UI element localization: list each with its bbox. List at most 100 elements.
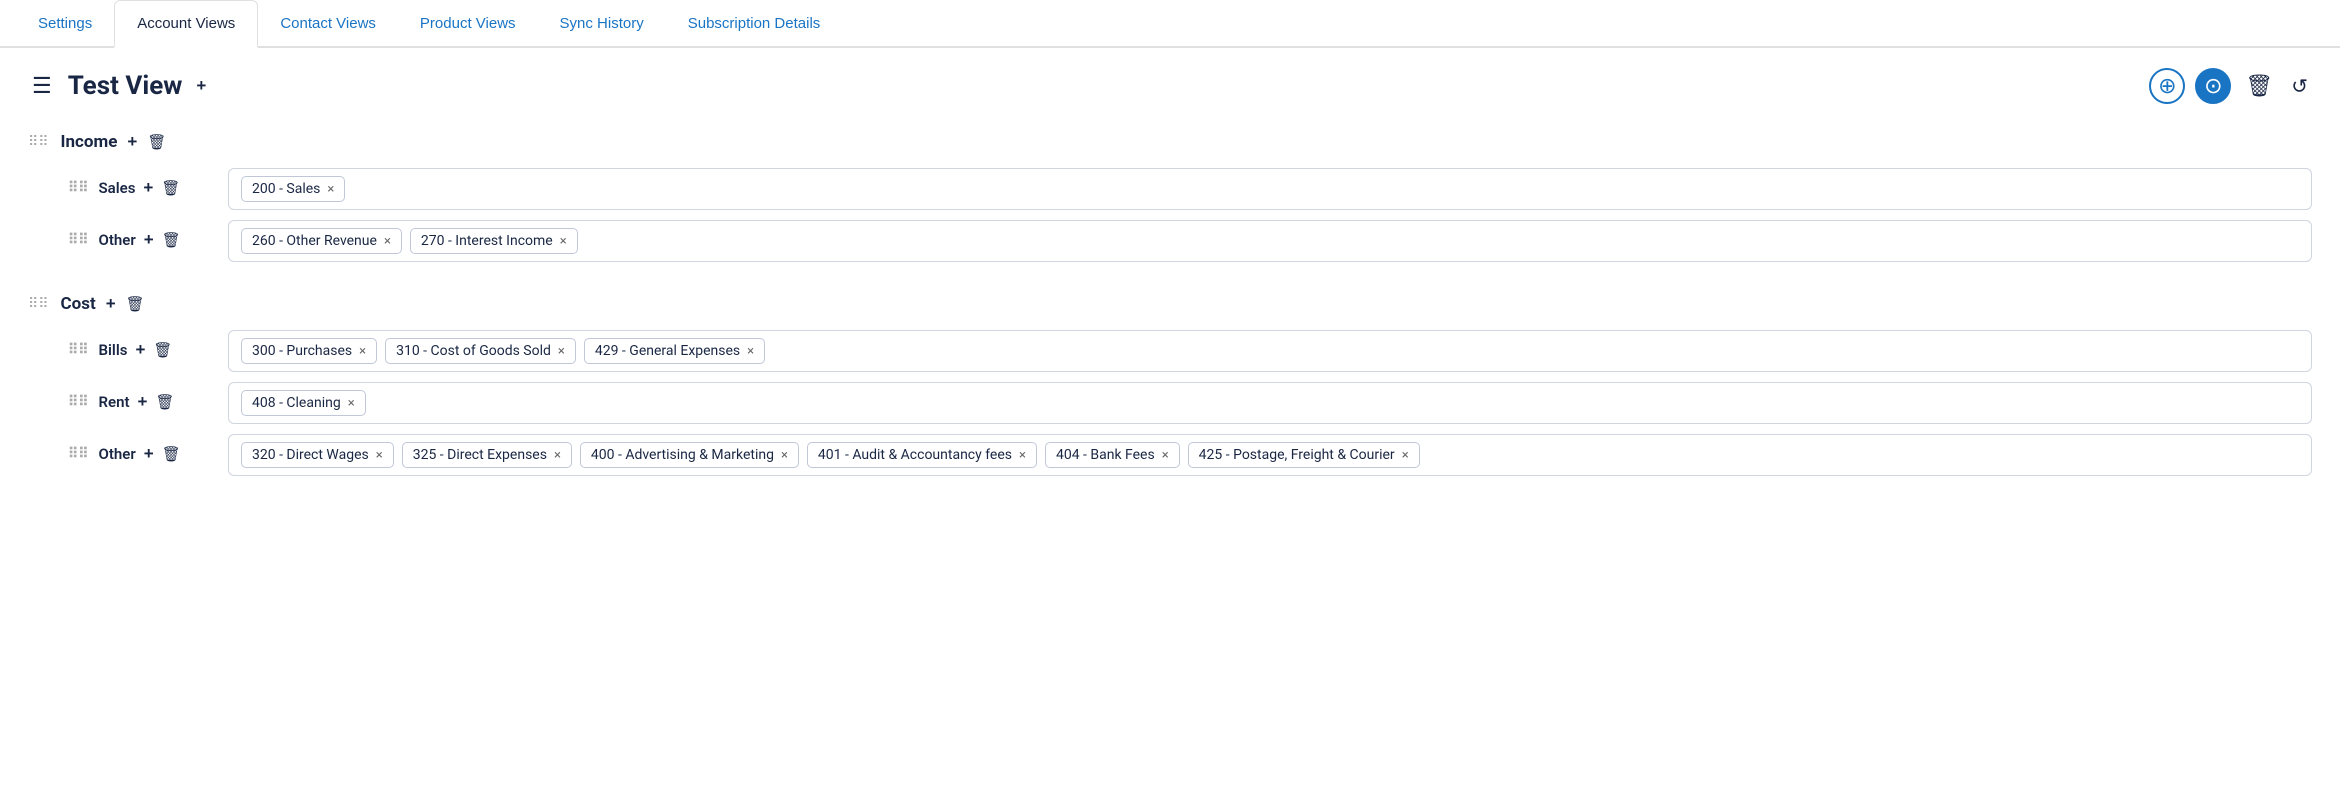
tag-label-260: 260 - Other Revenue <box>252 233 377 249</box>
tag-429: 429 - General Expenses × <box>584 338 765 364</box>
tab-subscription-details[interactable]: Subscription Details <box>666 0 843 46</box>
tag-label-400: 400 - Advertising & Marketing <box>591 447 774 463</box>
tags-container-bills[interactable]: 300 - Purchases×310 - Cost of Goods Sold… <box>228 330 2312 372</box>
tag-320: 320 - Direct Wages × <box>241 442 394 468</box>
tag-404: 404 - Bank Fees × <box>1045 442 1180 468</box>
tag-325: 325 - Direct Expenses × <box>402 442 572 468</box>
delete-subsection-button-other-income[interactable]: 🗑 <box>162 231 181 249</box>
tag-label-270: 270 - Interest Income <box>421 233 553 249</box>
add-view-button[interactable]: + <box>194 76 208 96</box>
subsection-other-income: ⠿⠿Other+🗑260 - Other Revenue×270 - Inter… <box>28 220 2312 262</box>
add-subsection-button-income[interactable]: + <box>125 132 139 152</box>
section-header-cost: ⠿⠿ Cost + 🗑 <box>28 294 2312 314</box>
drag-handle-icon[interactable]: ⠿⠿ <box>68 394 89 410</box>
tag-310: 310 - Cost of Goods Sold × <box>385 338 576 364</box>
tab-sync-history[interactable]: Sync History <box>538 0 666 46</box>
drag-handle-icon[interactable]: ⠿⠿ <box>68 180 89 196</box>
remove-tag-button-320[interactable]: × <box>376 448 383 463</box>
tag-label-200: 200 - Sales <box>252 181 320 197</box>
remove-tag-button-325[interactable]: × <box>554 448 561 463</box>
main-content: ☰ Test View + ⊕ ⊙ 🗑 ↺ ⠿⠿ Income + 🗑 ⠿⠿ Sales +… <box>0 48 2340 528</box>
tag-label-408: 408 - Cleaning <box>252 395 341 411</box>
tab-bar: SettingsAccount ViewsContact ViewsProduc… <box>0 0 2340 48</box>
subsection-rent: ⠿⠿ Rent + 🗑 408 - Cleaning × <box>28 382 2312 424</box>
tag-270: 270 - Interest Income × <box>410 228 578 254</box>
tag-200: 200 - Sales × <box>241 176 345 202</box>
add-tag-button-other-cost[interactable]: + <box>142 444 156 464</box>
remove-tag-button-310[interactable]: × <box>558 344 565 359</box>
list-icon: ☰ <box>28 72 56 101</box>
remove-tag-button-270[interactable]: × <box>560 234 567 249</box>
add-tag-button-other-income[interactable]: + <box>142 230 156 250</box>
subsection-label-other-cost: ⠿⠿ Other + 🗑 <box>28 434 228 474</box>
tag-label-310: 310 - Cost of Goods Sold <box>396 343 551 359</box>
tab-settings[interactable]: Settings <box>16 0 114 46</box>
upload-button[interactable]: ⊕ <box>2149 68 2185 104</box>
tags-container-rent[interactable]: 408 - Cleaning × <box>228 382 2312 424</box>
remove-tag-button-425[interactable]: × <box>1402 448 1409 463</box>
delete-subsection-button-other-cost[interactable]: 🗑 <box>162 445 181 463</box>
delete-view-button[interactable]: 🗑 <box>2241 71 2277 101</box>
tab-product-views[interactable]: Product Views <box>398 0 538 46</box>
drag-handle-icon[interactable]: ⠿⠿ <box>28 134 49 150</box>
tag-425: 425 - Postage, Freight & Courier× <box>1188 442 1420 468</box>
tab-account-views[interactable]: Account Views <box>114 0 258 48</box>
tags-container-other-cost[interactable]: 320 - Direct Wages×325 - Direct Expenses… <box>228 434 2312 476</box>
refresh-button[interactable]: ↺ <box>2287 72 2312 101</box>
remove-tag-button-260[interactable]: × <box>384 234 391 249</box>
subsection-bills: ⠿⠿Bills+🗑300 - Purchases×310 - Cost of G… <box>28 330 2312 372</box>
subsection-label-rent: ⠿⠿ Rent + 🗑 <box>28 382 228 422</box>
page-header-left: ☰ Test View + <box>28 71 208 101</box>
delete-subsection-button-sales[interactable]: 🗑 <box>161 179 180 197</box>
download-button[interactable]: ⊙ <box>2195 68 2231 104</box>
subsection-other-cost: ⠿⠿Other+🗑320 - Direct Wages×325 - Direct… <box>28 434 2312 476</box>
remove-tag-button-200[interactable]: × <box>327 182 334 197</box>
section-header-income: ⠿⠿ Income + 🗑 <box>28 132 2312 152</box>
remove-tag-button-300[interactable]: × <box>359 344 366 359</box>
tag-408: 408 - Cleaning × <box>241 390 366 416</box>
section-title-income: Income <box>61 132 118 152</box>
add-subsection-button-cost[interactable]: + <box>104 294 118 314</box>
tag-label-404: 404 - Bank Fees <box>1056 447 1155 463</box>
drag-handle-icon[interactable]: ⠿⠿ <box>28 296 49 312</box>
tag-260: 260 - Other Revenue × <box>241 228 402 254</box>
subsection-label-other-income: ⠿⠿ Other + 🗑 <box>28 220 228 260</box>
tags-container-sales[interactable]: 200 - Sales × <box>228 168 2312 210</box>
add-tag-button-rent[interactable]: + <box>136 392 150 412</box>
delete-section-button-income[interactable]: 🗑 <box>147 133 166 151</box>
subsection-name-sales: Sales <box>99 179 136 197</box>
tag-300: 300 - Purchases × <box>241 338 377 364</box>
tag-400: 400 - Advertising & Marketing × <box>580 442 799 468</box>
delete-section-button-cost[interactable]: 🗑 <box>126 295 145 313</box>
section-title-cost: Cost <box>61 294 96 314</box>
delete-subsection-button-bills[interactable]: 🗑 <box>153 341 172 359</box>
tag-label-429: 429 - General Expenses <box>595 343 740 359</box>
page-title: Test View <box>68 71 183 101</box>
subsection-name-bills: Bills <box>99 341 128 359</box>
remove-tag-button-404[interactable]: × <box>1162 448 1169 463</box>
tag-label-320: 320 - Direct Wages <box>252 447 369 463</box>
remove-tag-button-408[interactable]: × <box>348 396 355 411</box>
delete-subsection-button-rent[interactable]: 🗑 <box>155 393 174 411</box>
remove-tag-button-401[interactable]: × <box>1019 448 1026 463</box>
section-income: ⠿⠿ Income + 🗑 ⠿⠿ Sales + 🗑 200 - Sales × ⠿⠿ Other + 🗑… <box>28 132 2312 262</box>
tag-401: 401 - Audit & Accountancy fees× <box>807 442 1037 468</box>
drag-handle-icon[interactable]: ⠿⠿ <box>68 232 89 248</box>
remove-tag-button-400[interactable]: × <box>781 448 788 463</box>
subsection-name-rent: Rent <box>99 393 130 411</box>
drag-handle-icon[interactable]: ⠿⠿ <box>68 446 89 462</box>
page-header: ☰ Test View + ⊕ ⊙ 🗑 ↺ <box>28 68 2312 104</box>
tag-label-325: 325 - Direct Expenses <box>413 447 547 463</box>
subsection-name-other-income: Other <box>99 231 136 249</box>
tab-contact-views[interactable]: Contact Views <box>258 0 398 46</box>
add-tag-button-sales[interactable]: + <box>141 178 155 198</box>
drag-handle-icon[interactable]: ⠿⠿ <box>68 342 89 358</box>
tags-container-other-income[interactable]: 260 - Other Revenue×270 - Interest Incom… <box>228 220 2312 262</box>
tag-label-300: 300 - Purchases <box>252 343 352 359</box>
subsection-name-other-cost: Other <box>99 445 136 463</box>
subsection-sales: ⠿⠿ Sales + 🗑 200 - Sales × <box>28 168 2312 210</box>
subsection-label-sales: ⠿⠿ Sales + 🗑 <box>28 168 228 208</box>
add-tag-button-bills[interactable]: + <box>133 340 147 360</box>
remove-tag-button-429[interactable]: × <box>747 344 754 359</box>
subsection-label-bills: ⠿⠿ Bills + 🗑 <box>28 330 228 370</box>
